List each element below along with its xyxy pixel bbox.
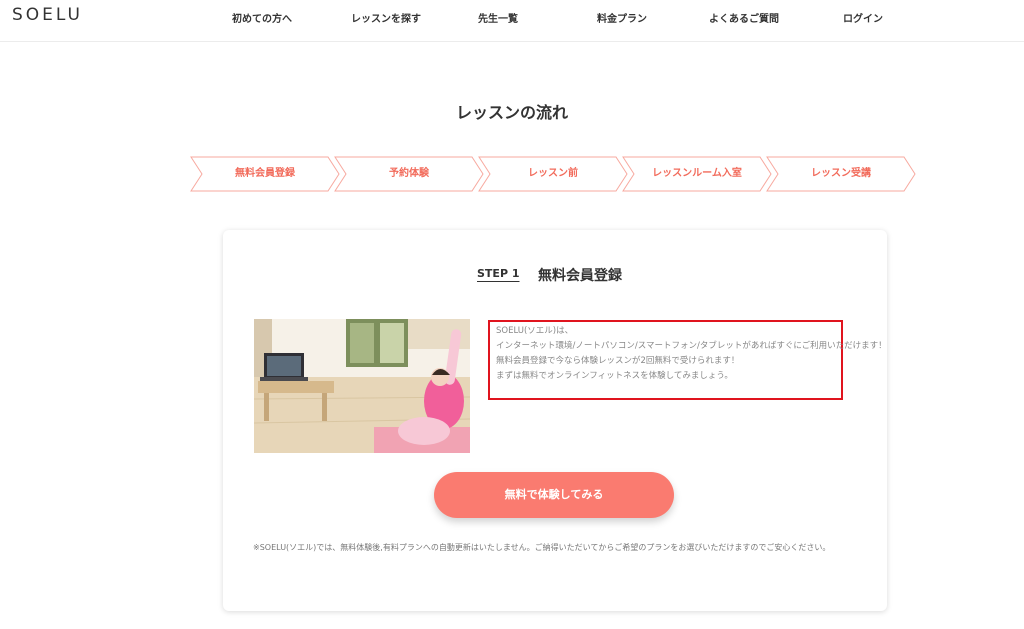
auto-renewal-note: ※SOELU(ソエル)では、無料体験後,有料プランへの自動更新はいたしません。ご… xyxy=(253,543,831,552)
intro-line: SOELU(ソエル)は、 xyxy=(496,326,574,336)
step-label: レッスン前 xyxy=(528,168,578,179)
step-detail-card: STEP 1 無料会員登録 SOELU(ソエル)は、 インターネット環境/ノート… xyxy=(223,230,887,611)
nav-login[interactable]: ログイン xyxy=(843,10,883,25)
yoga-illustration-image xyxy=(254,319,470,453)
step-take-lesson[interactable]: レッスン受講 xyxy=(766,156,916,192)
nav-faq[interactable]: よくあるご質問 xyxy=(709,10,779,25)
step-enter-lesson-room[interactable]: レッスンルーム入室 xyxy=(622,156,772,192)
step-label: レッスンルーム入室 xyxy=(652,168,742,179)
intro-line: インターネット環境/ノートパソコン/スマートフォン/タブレットがあればすぐにご利… xyxy=(496,341,887,351)
step-reserve-trial[interactable]: 予約体験 xyxy=(334,156,484,192)
step-free-registration[interactable]: 無料会員登録 xyxy=(190,156,340,192)
step-label: 予約体験 xyxy=(389,168,429,179)
step-label: 無料会員登録 xyxy=(235,168,295,179)
step-flow: 無料会員登録 予約体験 レッスン前 レッスンルーム入室 レッスン受講 xyxy=(190,156,920,192)
intro-text-box: SOELU(ソエル)は、 インターネット環境/ノートパソコン/スマートフォン/タ… xyxy=(488,320,887,400)
site-header: SOELU 初めての方へ レッスンを探す 先生一覧 料金プラン よくあるご質問 … xyxy=(0,0,1024,42)
intro-line: 無料会員登録で今なら体験レッスンが2回無料で受けられます！ xyxy=(496,356,740,366)
intro-line: まずは無料でオンラインフィットネスを体験してみましょう。 xyxy=(496,371,733,381)
yoga-photo xyxy=(254,319,470,453)
nav-teachers[interactable]: 先生一覧 xyxy=(478,10,518,25)
free-trial-button[interactable]: 無料で体験してみる xyxy=(434,472,674,518)
step-number-label: STEP 1 xyxy=(477,267,520,280)
step-title: 無料会員登録 xyxy=(538,268,622,284)
nav-find-lessons[interactable]: レッスンを探す xyxy=(351,10,421,25)
step-before-lesson[interactable]: レッスン前 xyxy=(478,156,628,192)
nav-first-time[interactable]: 初めての方へ xyxy=(232,10,292,25)
nav-pricing[interactable]: 料金プラン xyxy=(597,10,647,25)
page-title: レッスンの流れ xyxy=(455,103,568,122)
step-label: レッスン受講 xyxy=(811,168,871,179)
main-nav: 初めての方へ レッスンを探す 先生一覧 料金プラン よくあるご質問 ログイン xyxy=(0,0,1024,42)
